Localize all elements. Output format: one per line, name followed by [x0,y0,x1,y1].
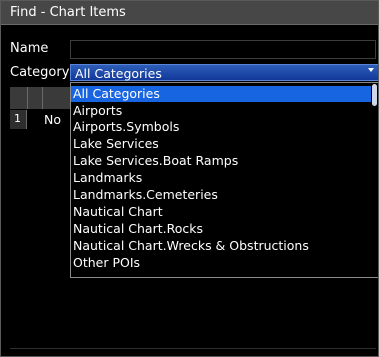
option-other-pois[interactable]: Other POIs [71,255,371,271]
option-nautical-chart-rocks[interactable]: Nautical Chart.Rocks [71,221,371,237]
row-number-cell: 1 [10,110,27,129]
table-row[interactable]: 1 No [10,110,70,129]
category-dropdown-list[interactable]: All Categories Airports Airports.Symbols… [70,82,378,278]
option-landmarks[interactable]: Landmarks [71,170,371,186]
find-chart-items-window: Find - Chart Items Name Category All Cat… [0,0,379,357]
name-label: Name [10,41,49,56]
option-nautical-chart[interactable]: Nautical Chart [71,204,371,220]
option-landmarks-cemeteries[interactable]: Landmarks.Cemeteries [71,187,371,203]
row-number: 1 [14,112,21,125]
results-grid: 1 No [10,87,70,349]
chevron-down-icon[interactable] [368,68,374,72]
option-lake-services[interactable]: Lake Services [71,136,371,152]
option-all-categories[interactable]: All Categories [71,86,371,102]
name-input[interactable] [70,40,376,59]
column-separator [42,87,43,109]
dropdown-scrollbar[interactable] [372,84,377,106]
option-airports[interactable]: Airports [71,103,371,119]
row-name-cell: No [44,112,61,127]
option-airports-symbols[interactable]: Airports.Symbols [71,119,371,135]
category-select[interactable]: All Categories [70,64,378,81]
option-nautical-chart-wrecks-obstructions[interactable]: Nautical Chart.Wrecks & Obstructions [71,238,371,254]
column-separator [27,87,28,109]
window-title: Find - Chart Items [10,5,126,20]
results-grid-header [10,87,70,109]
category-label: Category [10,65,70,80]
title-bar: Find - Chart Items [1,1,378,25]
category-selected-value: All Categories [75,66,162,81]
grid-bottom-border [10,348,376,349]
option-lake-services-boat-ramps[interactable]: Lake Services.Boat Ramps [71,153,371,169]
